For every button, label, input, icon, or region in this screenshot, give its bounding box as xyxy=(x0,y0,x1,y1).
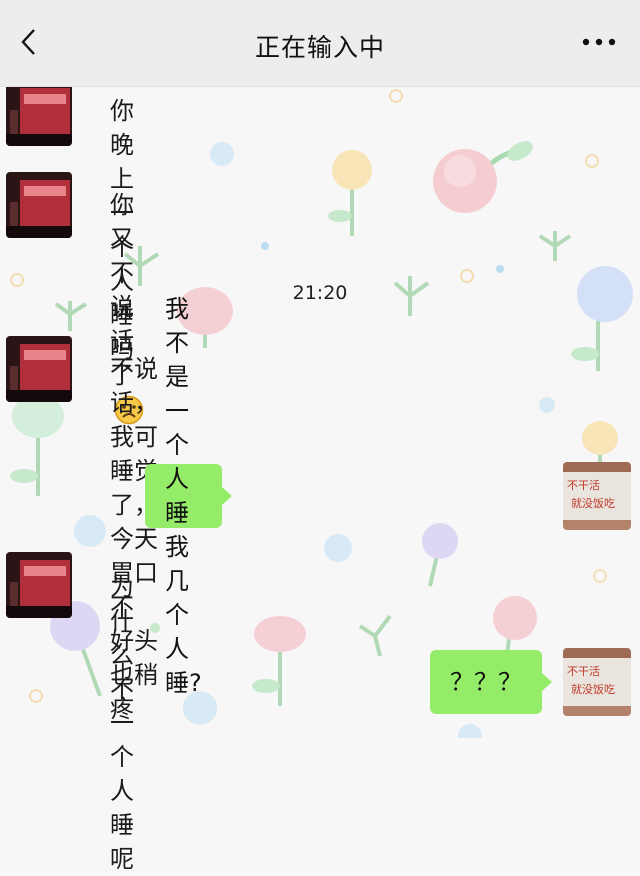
white-wall-red-letters-avatar: 不干活 就没饭吃 xyxy=(563,462,631,530)
chat-wallpaper xyxy=(10,89,633,738)
sign-text-line: 不干活 xyxy=(567,479,600,492)
message-text: 我不是一个人睡 我几个人睡? xyxy=(165,295,202,697)
contact-avatar[interactable] xyxy=(6,336,72,402)
red-storefront-avatar xyxy=(6,80,72,146)
contact-avatar[interactable] xyxy=(6,80,72,146)
message-text: ？？？ xyxy=(450,668,522,696)
message-timestamp: 21:20 xyxy=(292,282,348,304)
message-text: 为什么不一个人睡呢 xyxy=(110,573,134,873)
sign-text-line: 就没饭吃 xyxy=(571,496,615,510)
contact-avatar[interactable] xyxy=(6,172,72,238)
more-dots-icon xyxy=(582,38,616,46)
sign-text-line: 就没饭吃 xyxy=(571,682,615,696)
red-storefront-avatar xyxy=(6,552,72,618)
self-avatar[interactable]: 不干活 就没饭吃 xyxy=(563,462,631,530)
more-button[interactable] xyxy=(576,30,622,54)
red-storefront-avatar xyxy=(6,172,72,238)
white-wall-red-letters-avatar: 不干活 就没饭吃 xyxy=(563,648,631,716)
contact-avatar[interactable] xyxy=(6,552,72,618)
chat-header: 正在输入中 xyxy=(0,0,640,87)
self-avatar[interactable]: 不干活 就没饭吃 xyxy=(563,648,631,716)
sign-text-line: 不干活 xyxy=(567,665,600,678)
chat-title: 正在输入中 xyxy=(254,33,385,62)
red-storefront-avatar xyxy=(6,336,72,402)
sent-message-bubble[interactable]: 我不是一个人睡 我几个人睡? xyxy=(145,295,232,697)
sent-message-bubble[interactable]: ？？？ xyxy=(430,650,552,714)
